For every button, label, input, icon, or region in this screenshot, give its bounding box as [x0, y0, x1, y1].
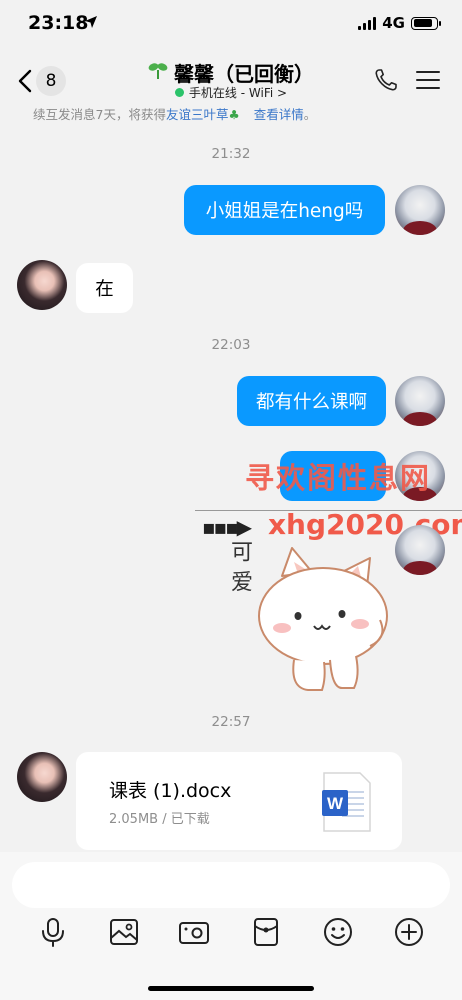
details-link[interactable]: 查看详情: [254, 107, 304, 122]
clover-icon: ♣: [228, 107, 240, 122]
voice-button[interactable]: [37, 916, 69, 948]
plus-icon: [395, 918, 423, 946]
red-packet-icon: [254, 918, 278, 946]
timestamp: 22:57: [211, 714, 251, 730]
svg-text:W: W: [327, 794, 344, 813]
watermark-text: 寻欢阁性息网: [245, 461, 432, 495]
notice-text: 续互发消息7天，将获得: [33, 107, 166, 122]
cell-signal-icon: [358, 16, 377, 30]
home-indicator: [148, 986, 314, 991]
clover-link[interactable]: 友谊三叶草: [166, 107, 229, 122]
network-type: 4G: [382, 14, 405, 32]
message-bubble-outgoing[interactable]: 都有什么课啊: [237, 376, 386, 426]
battery-icon: [411, 16, 441, 30]
file-message-card[interactable]: 课表 (1).docx 2.05MB / 已下载 W: [76, 752, 402, 850]
status-time: 23:18: [28, 12, 89, 34]
microphone-icon: [42, 918, 64, 947]
avatar-contact[interactable]: [17, 260, 67, 310]
image-button[interactable]: [108, 916, 140, 948]
word-doc-icon: W: [322, 772, 371, 832]
input-toolbar: [0, 916, 462, 956]
file-meta: 2.05MB / 已下载: [109, 812, 210, 827]
online-dot-icon: [174, 88, 184, 97]
message-bubble-incoming[interactable]: 在: [76, 263, 133, 313]
avatar-self[interactable]: [395, 185, 445, 235]
watermark-arrow-icon: ▪▪▪▶: [202, 515, 252, 539]
contact-name: 馨馨（已回衡）: [174, 62, 314, 86]
timestamp: 21:32: [211, 146, 251, 162]
status-bar: 23:18 4G: [0, 0, 462, 48]
chat-header: 8 馨馨（已回衡） 手机在线 - WiFi >: [0, 48, 462, 108]
red-packet-button[interactable]: [250, 916, 282, 948]
friendship-notice: 续互发消息7天，将获得友谊三叶草♣ 查看详情。: [33, 107, 317, 122]
message-bubble-outgoing[interactable]: 小姐姐是在heng吗: [184, 185, 385, 235]
message-input[interactable]: [12, 862, 450, 908]
more-button[interactable]: [393, 916, 425, 948]
avatar-self[interactable]: [395, 525, 445, 575]
location-arrow-icon: [85, 16, 97, 28]
emoji-icon: [324, 918, 352, 946]
image-icon: [110, 919, 138, 945]
camera-icon: [179, 922, 209, 944]
online-status-text: 手机在线 - WiFi: [188, 86, 274, 100]
emoji-button[interactable]: [322, 916, 354, 948]
cat-sticker-icon[interactable]: [220, 538, 390, 698]
avatar-self[interactable]: [395, 376, 445, 426]
timestamp: 22:03: [211, 337, 251, 353]
input-area: [0, 852, 462, 1000]
chevron-right-icon: >: [277, 86, 288, 100]
camera-button[interactable]: [178, 916, 210, 948]
phone-icon[interactable]: [374, 68, 398, 92]
file-name: 课表 (1).docx: [109, 780, 232, 802]
menu-icon[interactable]: [416, 70, 440, 90]
sprout-icon: [148, 63, 168, 79]
avatar-contact[interactable]: [17, 752, 67, 802]
